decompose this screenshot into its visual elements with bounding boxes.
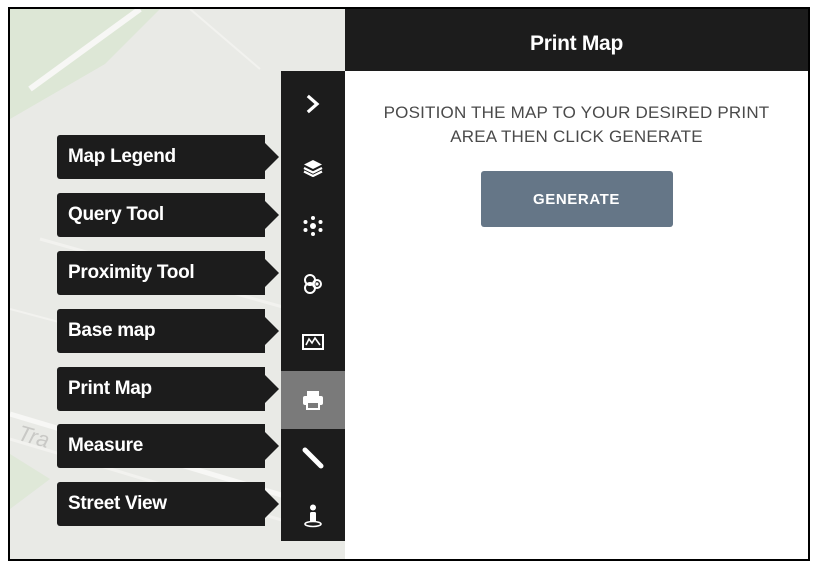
chevron-right-icon xyxy=(306,94,320,114)
print-map-panel: Print Map POSITION THE MAP TO YOUR DESIR… xyxy=(345,9,808,559)
generate-button[interactable]: GENERATE xyxy=(480,171,673,227)
app-frame: Tra Map Legend Query Tool Proximity Tool… xyxy=(8,7,810,561)
query-tool-button[interactable] xyxy=(281,197,345,255)
tooltip-measure[interactable]: Measure xyxy=(57,424,279,468)
proximity-tool-button[interactable] xyxy=(281,255,345,313)
tooltip-print-map[interactable]: Print Map xyxy=(57,367,279,411)
tooltip-base-map[interactable]: Base map xyxy=(57,309,279,353)
circles-icon xyxy=(304,274,322,294)
base-map-button[interactable] xyxy=(281,313,345,371)
tool-toolbar xyxy=(281,71,345,541)
collapse-button[interactable] xyxy=(281,79,345,129)
pegman-icon xyxy=(304,504,322,528)
tooltip-proximity-tool[interactable]: Proximity Tool xyxy=(57,251,279,295)
printer-icon xyxy=(303,391,323,410)
molecule-icon xyxy=(303,216,323,236)
map-icon xyxy=(302,334,324,350)
panel-title: Print Map xyxy=(345,9,808,71)
street-view-button[interactable] xyxy=(281,487,345,545)
ruler-icon xyxy=(302,447,324,469)
layers-icon xyxy=(303,160,323,177)
measure-button[interactable] xyxy=(281,429,345,487)
tooltip-map-legend[interactable]: Map Legend xyxy=(57,135,279,179)
map-legend-button[interactable] xyxy=(281,139,345,197)
print-instructions: POSITION THE MAP TO YOUR DESIRED PRINT A… xyxy=(383,103,770,146)
print-map-button[interactable] xyxy=(281,371,345,429)
tooltip-street-view[interactable]: Street View xyxy=(57,482,279,526)
tooltip-query-tool[interactable]: Query Tool xyxy=(57,193,279,237)
